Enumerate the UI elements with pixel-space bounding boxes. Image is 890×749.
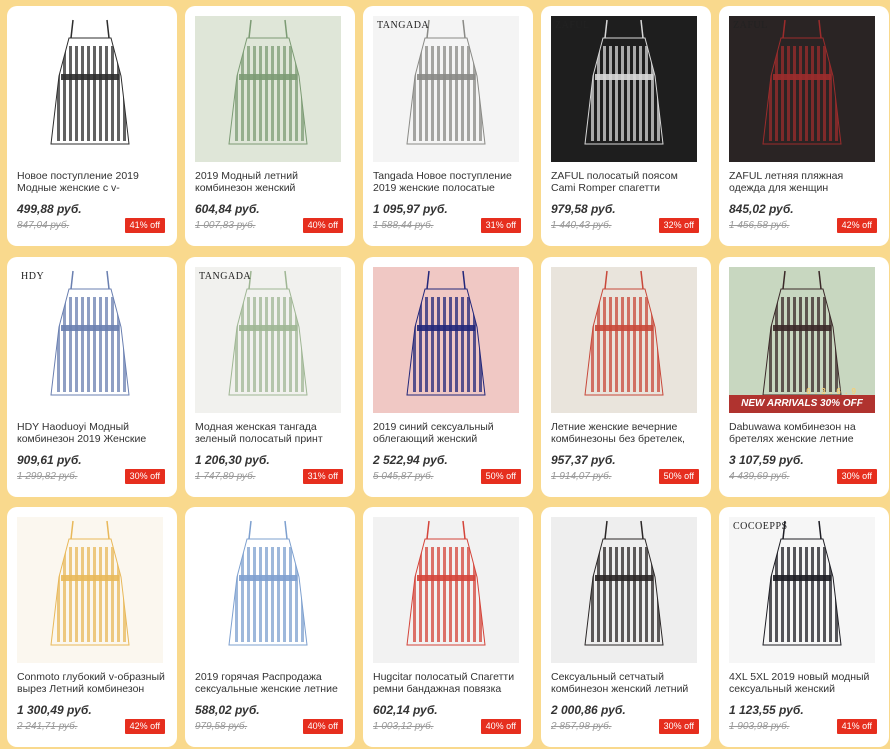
- product-card[interactable]: Новое поступление 2019 Модные женские с …: [7, 6, 177, 246]
- product-title[interactable]: 4XL 5XL 2019 новый модный сексуальный же…: [729, 671, 879, 695]
- product-price: 845,02 руб.: [729, 202, 794, 216]
- product-grid: Новое поступление 2019 Модные женские с …: [0, 0, 890, 749]
- discount-badge: 42% off: [124, 719, 165, 734]
- product-title[interactable]: Tangada Новое поступление 2019 женские п…: [373, 170, 523, 194]
- product-old-price: 1 914,07 руб.: [551, 471, 612, 482]
- product-price: 909,61 руб.: [17, 453, 82, 467]
- discount-badge: 41% off: [124, 218, 165, 233]
- brand-logo: TANGADA: [199, 271, 252, 282]
- product-card[interactable]: 2019 синий сексуальный облегающий женски…: [363, 257, 533, 497]
- discount-badge: 40% off: [302, 719, 343, 734]
- brand-logo: ZAFUL: [555, 20, 590, 31]
- product-old-price: 5 045,87 руб.: [373, 471, 434, 482]
- promo-banner: 6 . 3 . 6 . 9 NEW ARRIVALS 30% OFF: [729, 387, 875, 413]
- product-card[interactable]: TANGADA Tangada Новое поступление 2019 же…: [363, 6, 533, 246]
- product-image[interactable]: ZAFUL: [551, 16, 697, 162]
- discount-badge: 32% off: [658, 218, 699, 233]
- product-image[interactable]: TANGADA: [195, 267, 341, 413]
- discount-badge: 31% off: [480, 218, 521, 233]
- product-image[interactable]: [195, 517, 341, 663]
- brand-logo: COCOEPPS: [733, 521, 788, 532]
- product-image[interactable]: HDY: [17, 267, 163, 413]
- product-title[interactable]: ZAFUL полосатый поясом Cami Romper спаге…: [551, 170, 701, 194]
- product-card[interactable]: 2019 Модный летний комбинезон женский 604…: [185, 6, 355, 246]
- product-card[interactable]: ZAFUL ZAFUL летняя пляжная одежда для жен…: [719, 6, 889, 246]
- product-price: 3 107,59 руб.: [729, 453, 804, 467]
- product-card[interactable]: COCOEPPS 4XL 5XL 2019 новый модный сексуа…: [719, 507, 889, 747]
- brand-logo: TANGADA: [377, 20, 430, 31]
- product-image[interactable]: 6 . 3 . 6 . 9 NEW ARRIVALS 30% OFF: [729, 267, 875, 413]
- product-image[interactable]: [17, 517, 163, 663]
- product-card[interactable]: 6 . 3 . 6 . 9 NEW ARRIVALS 30% OFF Dabuwaw…: [719, 257, 889, 497]
- product-old-price: 2 241,71 руб.: [17, 721, 78, 732]
- product-card[interactable]: Сексуальный сетчатый комбинезон женский …: [541, 507, 711, 747]
- discount-badge: 41% off: [836, 719, 877, 734]
- discount-badge: 30% off: [836, 469, 877, 484]
- product-card[interactable]: TANGADA Модная женская тангада зеленый по…: [185, 257, 355, 497]
- product-old-price: 1 456,58 руб.: [729, 220, 790, 231]
- product-image[interactable]: [17, 16, 163, 162]
- product-title[interactable]: 2019 горячая Распродажа сексуальные женс…: [195, 671, 345, 695]
- product-image[interactable]: ZAFUL: [729, 16, 875, 162]
- product-title[interactable]: Hugcitar полосатый Спагетти ремни бандаж…: [373, 671, 523, 695]
- product-title[interactable]: Сексуальный сетчатый комбинезон женский …: [551, 671, 701, 695]
- product-title[interactable]: Летние женские вечерние комбинезоны без …: [551, 421, 701, 445]
- product-image[interactable]: TANGADA: [373, 16, 519, 162]
- product-image[interactable]: [195, 16, 341, 162]
- product-price: 604,84 руб.: [195, 202, 260, 216]
- product-title[interactable]: HDY Haoduoyi Модный комбинезон 2019 Женс…: [17, 421, 167, 445]
- product-old-price: 1 003,12 руб.: [373, 721, 434, 732]
- product-title[interactable]: Новое поступление 2019 Модные женские с …: [17, 170, 167, 194]
- product-card[interactable]: Hugcitar полосатый Спагетти ремни бандаж…: [363, 507, 533, 747]
- product-price: 957,37 руб.: [551, 453, 616, 467]
- product-old-price: 1 007,83 руб.: [195, 220, 256, 231]
- discount-badge: 40% off: [302, 218, 343, 233]
- product-image[interactable]: [551, 267, 697, 413]
- brand-logo: ZAFUL: [733, 20, 768, 31]
- product-card[interactable]: Летние женские вечерние комбинезоны без …: [541, 257, 711, 497]
- discount-badge: 30% off: [658, 719, 699, 734]
- product-old-price: 979,58 руб.: [195, 721, 248, 732]
- product-card[interactable]: Conmoto глубокий v-образный вырез Летний…: [7, 507, 177, 747]
- product-card[interactable]: HDY HDY Haoduoyi Модный комбинезон 2019 Ж…: [7, 257, 177, 497]
- discount-badge: 50% off: [480, 469, 521, 484]
- brand-logo: HDY: [21, 271, 45, 282]
- product-title[interactable]: ZAFUL летняя пляжная одежда для женщин п…: [729, 170, 879, 194]
- product-price: 979,58 руб.: [551, 202, 616, 216]
- product-old-price: 2 857,98 руб.: [551, 721, 612, 732]
- product-image[interactable]: [551, 517, 697, 663]
- product-image[interactable]: [373, 517, 519, 663]
- product-price: 2 000,86 руб.: [551, 703, 626, 717]
- product-title[interactable]: 2019 Модный летний комбинезон женский: [195, 170, 345, 194]
- product-title[interactable]: Модная женская тангада зеленый полосатый…: [195, 421, 345, 445]
- product-card[interactable]: 2019 горячая Распродажа сексуальные женс…: [185, 507, 355, 747]
- product-price: 602,14 руб.: [373, 703, 438, 717]
- product-title[interactable]: 2019 синий сексуальный облегающий женски…: [373, 421, 523, 445]
- product-price: 1 206,30 руб.: [195, 453, 270, 467]
- discount-badge: 30% off: [124, 469, 165, 484]
- product-price: 588,02 руб.: [195, 703, 260, 717]
- product-price: 1 300,49 руб.: [17, 703, 92, 717]
- product-old-price: 1 588,44 руб.: [373, 220, 434, 231]
- product-old-price: 1 747,89 руб.: [195, 471, 256, 482]
- discount-badge: 31% off: [302, 469, 343, 484]
- product-old-price: 1 440,43 руб.: [551, 220, 612, 231]
- product-old-price: 4 439,69 руб.: [729, 471, 790, 482]
- product-price: 1 095,97 руб.: [373, 202, 448, 216]
- product-image[interactable]: [373, 267, 519, 413]
- product-card[interactable]: ZAFUL ZAFUL полосатый поясом Cami Romper …: [541, 6, 711, 246]
- product-price: 1 123,55 руб.: [729, 703, 804, 717]
- discount-badge: 40% off: [480, 719, 521, 734]
- discount-badge: 50% off: [658, 469, 699, 484]
- product-old-price: 1 299,82 руб.: [17, 471, 78, 482]
- product-title[interactable]: Dabuwawa комбинезон на бретелях женские …: [729, 421, 879, 445]
- product-image[interactable]: COCOEPPS: [729, 517, 875, 663]
- product-price: 499,88 руб.: [17, 202, 82, 216]
- product-old-price: 847,04 руб.: [17, 220, 70, 231]
- product-old-price: 1 903,98 руб.: [729, 721, 790, 732]
- product-price: 2 522,94 руб.: [373, 453, 448, 467]
- product-title[interactable]: Conmoto глубокий v-образный вырез Летний…: [17, 671, 167, 695]
- discount-badge: 42% off: [836, 218, 877, 233]
- promo-banner-number: 6 . 3 . 6 . 9: [806, 387, 857, 396]
